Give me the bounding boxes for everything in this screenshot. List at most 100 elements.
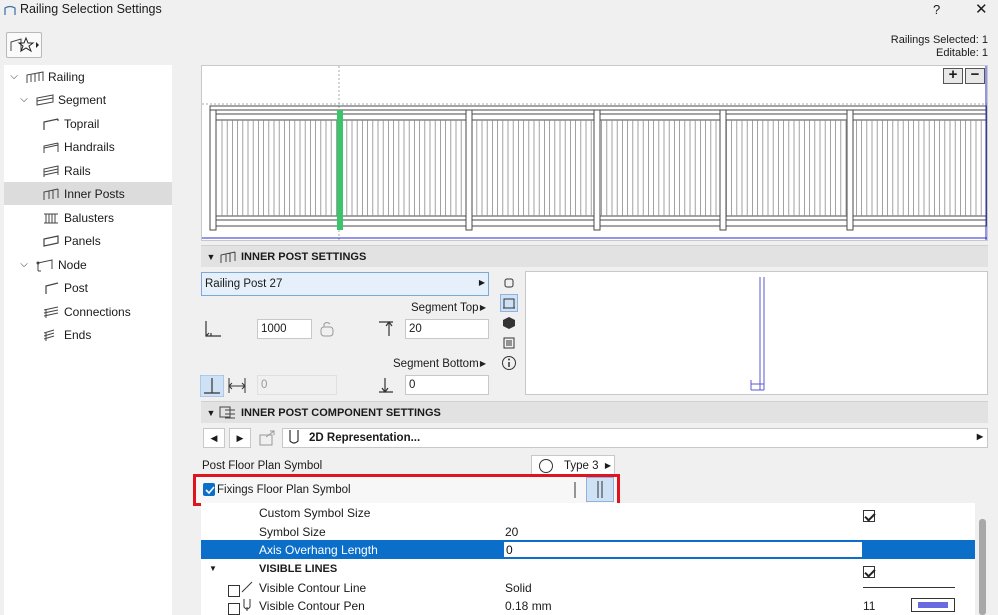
tree-item-railing[interactable]: ⌵ Railing xyxy=(4,65,172,88)
table-row[interactable]: Visible Contour Pen 0.18 mm 11 xyxy=(201,596,975,615)
pen-number[interactable]: 11 xyxy=(863,599,875,613)
tree-item-node[interactable]: ⌵ Node xyxy=(4,253,172,276)
param-value[interactable]: 0.18 mm xyxy=(505,599,552,613)
tree-item-ends[interactable]: Ends xyxy=(4,323,172,346)
railings-selected-count: Railings Selected: 1 xyxy=(890,34,988,46)
align-post-icon[interactable] xyxy=(200,375,224,397)
table-scrollbar[interactable] xyxy=(976,503,988,615)
post-preview xyxy=(525,271,988,395)
tree-item-panels[interactable]: Panels xyxy=(4,229,172,252)
tree-item-rails[interactable]: Rails xyxy=(4,159,172,182)
inner-posts-icon xyxy=(220,251,236,263)
table-row-selected[interactable]: Axis Overhang Length 0 xyxy=(201,540,975,559)
segment-bottom-offset-icon xyxy=(379,378,393,393)
inner-post-settings-header[interactable]: ▼ INNER POST SETTINGS xyxy=(201,245,988,267)
contour-pen-checkbox[interactable] xyxy=(228,602,240,615)
tree-item-label: Ends xyxy=(64,327,92,342)
axis-overhang-input[interactable]: 0 xyxy=(503,541,863,558)
view-3d-button[interactable] xyxy=(500,314,518,332)
zoom-in-button[interactable]: + xyxy=(943,67,963,84)
fixings-checkbox[interactable] xyxy=(203,483,215,496)
tree-item-handrails[interactable]: Handrails xyxy=(4,135,172,158)
table-row[interactable]: Custom Symbol Size xyxy=(201,503,975,522)
tree-item-label: Toprail xyxy=(64,116,100,131)
view-floor-plan-button[interactable] xyxy=(500,274,518,292)
close-button[interactable]: ✕ xyxy=(975,0,988,18)
representation-selector[interactable]: 2D Representation... ▶ xyxy=(282,428,988,448)
selection-info: Railings Selected: 1 Editable: 1 xyxy=(891,34,988,60)
tree-scrollbar[interactable] xyxy=(174,65,192,615)
previous-page-button[interactable]: ◀ xyxy=(203,428,225,448)
circle-symbol-icon xyxy=(539,459,553,473)
fixings-label: Fixings Floor Plan Symbol xyxy=(217,484,351,496)
railing-preview[interactable]: + − xyxy=(201,65,988,241)
tree-item-balusters[interactable]: Balusters xyxy=(4,206,172,229)
post-height-input[interactable]: 1000 xyxy=(257,319,312,339)
tree-item-label: Post xyxy=(64,280,89,295)
tree-item-post[interactable]: Post xyxy=(4,276,172,299)
custom-symbol-size-checkbox[interactable] xyxy=(863,509,875,522)
contour-line-checkbox[interactable] xyxy=(228,584,240,597)
view-section-button[interactable] xyxy=(500,334,518,352)
tree-item-label: Segment xyxy=(58,92,107,107)
param-label: Visible Contour Pen xyxy=(259,598,365,613)
tree-item-label: Connections xyxy=(64,304,131,319)
inner-post-component-settings-header[interactable]: ▼ INNER POST COMPONENT SETTINGS xyxy=(201,401,988,423)
chevron-down-icon[interactable]: ⌵ xyxy=(18,259,30,271)
tree-item-label: Inner Posts xyxy=(64,186,125,201)
tree-item-inner-posts[interactable]: Inner Posts xyxy=(4,182,172,205)
chevron-right-icon: ▶ xyxy=(604,461,611,470)
favorites-button[interactable] xyxy=(6,32,42,58)
post-type-selector[interactable]: Railing Post 27 ▶ xyxy=(201,272,489,296)
lock-icon[interactable] xyxy=(319,321,337,337)
symbol-type-value: Type 3 xyxy=(564,460,599,472)
help-button[interactable]: ? xyxy=(933,2,940,17)
double-line-icon xyxy=(597,481,603,498)
open-page-icon[interactable] xyxy=(258,429,278,447)
param-label: Axis Overhang Length xyxy=(259,542,378,557)
parameter-table: Custom Symbol Size Symbol Size 20 Axis O… xyxy=(201,503,975,615)
view-elevation-button[interactable] xyxy=(500,294,518,312)
fixing-line-icon[interactable] xyxy=(567,479,583,501)
table-row[interactable]: Visible Contour Line Solid xyxy=(201,578,975,597)
table-row[interactable]: Symbol Size 20 xyxy=(201,522,975,541)
visible-lines-checkbox[interactable] xyxy=(863,565,875,578)
inner-posts-icon xyxy=(43,188,59,200)
settings-tree: ⌵ Railing ⌵ Segment Toprail Handrails Ra… xyxy=(4,65,172,615)
tree-item-label: Handrails xyxy=(64,139,115,154)
zoom-out-button[interactable]: − xyxy=(965,67,985,84)
component-settings-icon xyxy=(219,406,235,418)
segment-top-dropdown[interactable]: ▶ xyxy=(477,301,489,315)
collapse-triangle-icon[interactable]: ▼ xyxy=(203,252,219,262)
param-label: Symbol Size xyxy=(259,524,326,539)
chevron-down-icon[interactable]: ⌵ xyxy=(8,71,20,83)
param-value[interactable]: Solid xyxy=(505,581,532,595)
segment-bottom-input[interactable]: 0 xyxy=(405,375,489,395)
pen-color-swatch[interactable] xyxy=(911,598,955,612)
cube-icon xyxy=(503,317,515,329)
tree-item-label: Panels xyxy=(64,233,101,248)
fixing-double-line-button[interactable] xyxy=(586,477,614,502)
param-label: Custom Symbol Size xyxy=(259,505,371,520)
distribute-post-icon[interactable] xyxy=(226,375,248,397)
param-value[interactable]: 20 xyxy=(505,525,518,539)
segment-bottom-label: Segment Bottom xyxy=(393,358,479,370)
tree-item-segment[interactable]: ⌵ Segment xyxy=(4,88,172,111)
line-style-preview xyxy=(863,587,955,588)
chevron-down-icon[interactable]: ⌵ xyxy=(18,94,30,106)
info-button[interactable] xyxy=(500,354,518,372)
post-icon xyxy=(45,281,59,294)
representation-label: 2D Representation... xyxy=(309,432,421,444)
post-type-name: Railing Post 27 xyxy=(205,278,283,290)
collapse-triangle-icon[interactable]: ▼ xyxy=(203,408,219,418)
tree-item-label: Rails xyxy=(64,163,91,178)
collapse-triangle-icon[interactable]: ▼ xyxy=(209,564,217,573)
segment-bottom-dropdown[interactable]: ▶ xyxy=(477,357,489,371)
tree-item-toprail[interactable]: Toprail xyxy=(4,112,172,135)
table-group-row[interactable]: ▼ VISIBLE LINES xyxy=(201,559,975,578)
tree-item-connections[interactable]: Connections xyxy=(4,300,172,323)
segment-top-input[interactable]: 20 xyxy=(405,319,489,339)
scrollbar-thumb[interactable] xyxy=(979,519,986,615)
next-page-button[interactable]: ▶ xyxy=(229,428,251,448)
tree-item-label: Railing xyxy=(48,69,85,84)
